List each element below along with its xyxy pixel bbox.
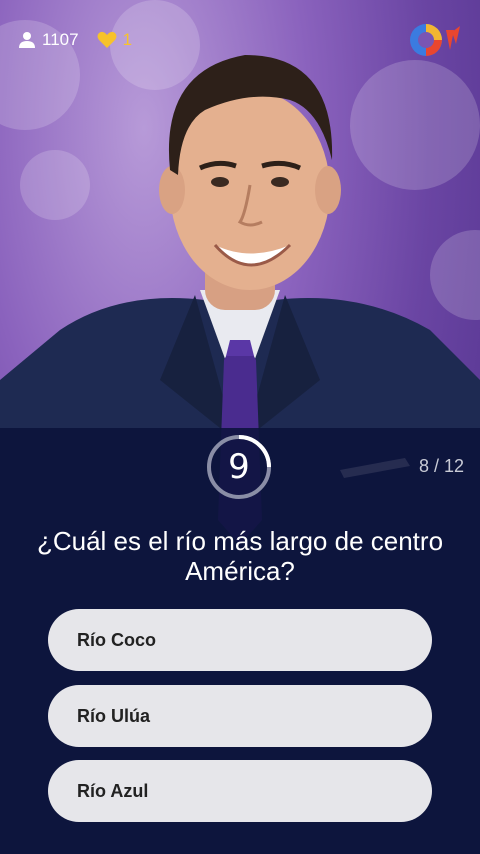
answer-option-1[interactable]: Río Coco <box>48 609 432 671</box>
answer-option-3[interactable]: Río Azul <box>48 760 432 822</box>
q-logo-icon[interactable] <box>406 20 462 60</box>
viewer-count: 1107 <box>18 30 79 50</box>
user-icon <box>19 32 35 48</box>
top-bar: 1107 1 <box>18 24 462 56</box>
lives-count: 1 <box>97 30 132 50</box>
viewer-count-value: 1107 <box>42 30 79 49</box>
heart-icon <box>97 31 117 48</box>
countdown-timer: 9 <box>228 447 250 487</box>
question-progress: 8 / 12 <box>418 456 464 476</box>
lives-count-value: 1 <box>122 30 133 49</box>
quiz-screen: 1107 1 9 8 / 12 ¿Cuál es el río más larg… <box>0 0 480 854</box>
answer-option-2[interactable]: Río Ulúa <box>48 685 432 747</box>
question-text: ¿Cuál es el río más largo de centro Amér… <box>36 526 444 586</box>
